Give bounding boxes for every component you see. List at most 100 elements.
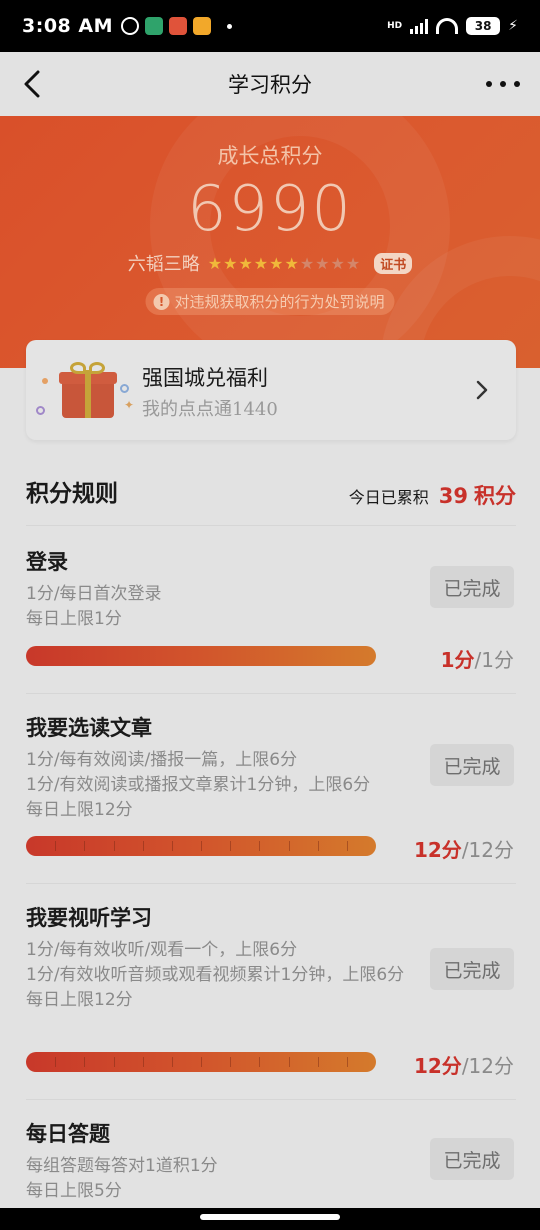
chevron-left-icon: [24, 70, 40, 98]
progress-segment-divider: [201, 1057, 202, 1067]
decoration-circle: [36, 406, 45, 415]
today-unit: 积分: [474, 483, 516, 508]
today-points: 39: [438, 484, 468, 508]
progress-segment-divider: [172, 841, 173, 851]
progress-segment-divider: [347, 1057, 348, 1067]
task-title: 每日答题: [26, 1121, 110, 1146]
task-title: 我要选读文章: [26, 715, 152, 740]
back-button[interactable]: [14, 66, 50, 102]
progress-segment-divider: [347, 841, 348, 851]
warning-icon: !: [153, 293, 170, 310]
status-time: 3:08 AM: [22, 15, 113, 37]
star-empty-icon: ★: [299, 253, 315, 273]
status-icons-left: [121, 17, 232, 35]
progress-segment-divider: [172, 1057, 173, 1067]
points-hero: 成长总积分 6990 六韬三略 ★ ★ ★ ★ ★ ★ ★ ★ ★ ★ 证书 ! 对违规获取积分的…: [0, 116, 540, 368]
decoration-dot: [42, 378, 48, 384]
task-item-audio-video: 我要视听学习 1分/每有效收听/观看一个，上限6分 1分/有效收听音频或观看视频…: [26, 884, 516, 1100]
task-item-login: 登录 1分/每日首次登录 每日上限1分 已完成 1分 /1分: [26, 526, 516, 694]
rules-header: 积分规则 今日已累积 39 积分: [26, 470, 516, 526]
task-desc-line: 1分/每日首次登录: [26, 584, 162, 604]
task-progress-bar: [26, 1052, 376, 1072]
star-filled-icon: ★: [238, 253, 253, 273]
star-empty-icon: ★: [345, 253, 361, 273]
task-desc-line: 每日上限12分: [26, 800, 133, 820]
task-desc-line: 每组答题每答对1道积1分: [26, 1156, 218, 1176]
task-desc-line: 每日上限5分: [26, 1181, 122, 1201]
task-score: 1分 /1分: [441, 644, 514, 673]
task-status-button[interactable]: 已完成: [430, 744, 514, 786]
welfare-title: 强国城兑福利: [142, 366, 268, 390]
progress-segment-divider: [259, 841, 260, 851]
progress-segment-divider: [55, 1057, 56, 1067]
progress-segment-divider: [259, 1057, 260, 1067]
progress-segment-divider: [289, 1057, 290, 1067]
progress-segment-divider: [289, 841, 290, 851]
task-score-total: /12分: [461, 1054, 514, 1078]
task-status-button[interactable]: 已完成: [430, 566, 514, 608]
status-bar: 3:08 AM HD 38 ⚡: [0, 0, 540, 52]
star-filled-icon: ★: [207, 253, 223, 273]
more-dots-icon: [486, 81, 492, 87]
battery-icon: 38: [466, 17, 501, 35]
task-score-got: 12分: [413, 1054, 462, 1078]
gift-icon: [56, 360, 118, 420]
sparkle-icon: ✦: [124, 398, 135, 412]
star-filled-icon: ★: [284, 253, 299, 273]
system-nav-bar: [0, 1208, 540, 1230]
task-item-daily-quiz: 每日答题 每组答题每答对1道积1分 每日上限5分 已完成: [26, 1100, 516, 1208]
total-points-label: 成长总积分: [217, 144, 323, 168]
task-status-button[interactable]: 已完成: [430, 1138, 514, 1180]
task-desc-line: 每日上限1分: [26, 609, 122, 629]
task-score: 12分 /12分: [414, 834, 514, 863]
task-progress-bar: [26, 836, 376, 856]
shield-app-icon: [145, 17, 163, 35]
task-title: 我要视听学习: [26, 905, 152, 930]
welfare-subtitle: 我的点点通1440: [142, 399, 278, 420]
message-app-icon: [193, 17, 211, 35]
task-status-button[interactable]: 已完成: [430, 948, 514, 990]
decoration-circle: [120, 384, 129, 393]
more-button[interactable]: [486, 72, 520, 96]
task-score: 12分 /12分: [414, 1050, 514, 1079]
welfare-card[interactable]: ✦ 强国城兑福利 我的点点通1440: [26, 340, 516, 440]
task-progress-bar: [26, 646, 376, 666]
progress-segment-divider: [84, 841, 85, 851]
star-empty-icon: ★: [315, 253, 330, 273]
progress-segment-divider: [143, 1057, 144, 1067]
violation-note-text: 对违规获取积分的行为处罚说明: [174, 293, 385, 311]
task-desc: 1分/每有效阅读/播报一篇，上限6分 1分/有效阅读或播报文章累计1分钟，上限6…: [26, 748, 426, 823]
today-label: 今日已累积: [348, 488, 429, 507]
hd-label: HD: [387, 21, 403, 31]
charging-icon: ⚡: [508, 18, 518, 34]
task-desc-line: 每日上限12分: [26, 990, 133, 1010]
home-indicator[interactable]: [200, 1214, 340, 1220]
task-score-got: 1分: [440, 648, 475, 672]
violation-note-link[interactable]: ! 对违规获取积分的行为处罚说明: [145, 288, 395, 315]
progress-segment-divider: [318, 1057, 319, 1067]
task-desc: 每组答题每答对1道积1分 每日上限5分: [26, 1154, 426, 1204]
app-header: 学习积分: [0, 52, 540, 116]
task-title: 登录: [26, 549, 68, 574]
task-desc-line: 1分/有效收听音频或观看视频累计1分钟，上限6分: [26, 965, 405, 985]
level-name: 六韬三略: [127, 254, 200, 275]
progress-segment-divider: [114, 1057, 115, 1067]
progress-segment-divider: [55, 841, 56, 851]
progress-segment-divider: [143, 841, 144, 851]
task-desc-line: 1分/每有效收听/观看一个，上限6分: [26, 940, 298, 960]
star-filled-icon: ★: [269, 253, 284, 273]
task-item-read-articles: 我要选读文章 1分/每有效阅读/播报一篇，上限6分 1分/有效阅读或播报文章累计…: [26, 694, 516, 884]
task-desc: 1分/每有效收听/观看一个，上限6分 1分/有效收听音频或观看视频累计1分钟，上…: [26, 938, 426, 1013]
level-stars: ★ ★ ★ ★ ★ ★ ★ ★ ★ ★: [208, 254, 360, 273]
signal-icon: [410, 18, 429, 34]
task-desc-line: 1分/有效阅读或播报文章累计1分钟，上限6分: [26, 775, 371, 795]
chevron-right-icon: [476, 380, 488, 400]
progress-segment-divider: [318, 841, 319, 851]
progress-segment-divider: [230, 1057, 231, 1067]
certificate-button[interactable]: 证书: [374, 252, 413, 274]
shopping-app-icon: [169, 17, 187, 35]
rules-title: 积分规则: [26, 480, 118, 507]
progress-segment-divider: [201, 841, 202, 851]
level-row: 六韬三略 ★ ★ ★ ★ ★ ★ ★ ★ ★ ★ 证书: [0, 250, 540, 276]
star-empty-icon: ★: [330, 253, 345, 273]
